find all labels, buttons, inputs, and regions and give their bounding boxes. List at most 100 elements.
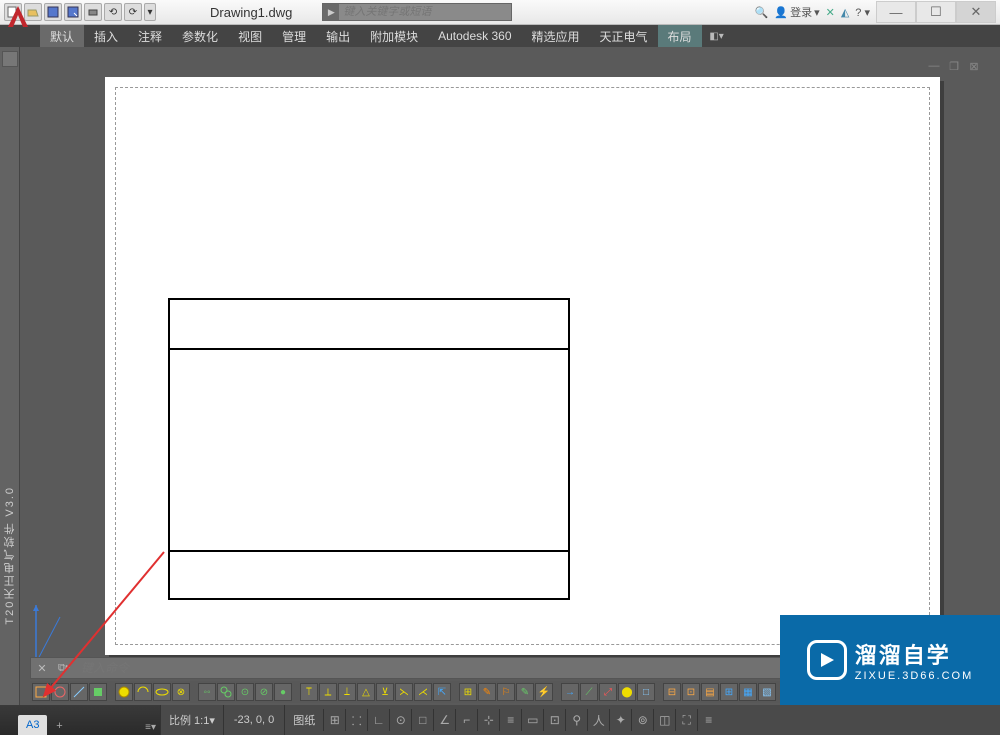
- status-icon-ann[interactable]: ⚲: [565, 709, 587, 731]
- tool-icon-32[interactable]: ⊟: [663, 683, 681, 701]
- status-icon-otrack[interactable]: ∠: [433, 709, 455, 731]
- qat-save-icon[interactable]: [44, 3, 62, 21]
- status-icon-ws[interactable]: ✦: [609, 709, 631, 731]
- status-icon-sc[interactable]: ⊡: [543, 709, 565, 731]
- tool-icon-21[interactable]: ⇱: [433, 683, 451, 701]
- layout-add-icon[interactable]: +: [51, 717, 67, 735]
- maximize-button[interactable]: ☐: [916, 1, 956, 23]
- tool-icon-33[interactable]: ⊡: [682, 683, 700, 701]
- status-icon-lwt[interactable]: ≡: [499, 709, 521, 731]
- paper-mode[interactable]: 图纸: [284, 705, 323, 735]
- status-icon-clean[interactable]: ⛶: [675, 709, 697, 731]
- ribbon-tab-insert[interactable]: 插入: [84, 25, 128, 47]
- tool-icon-34[interactable]: ▤: [701, 683, 719, 701]
- ribbon-tab-layout[interactable]: 布局: [658, 25, 702, 47]
- layout-list-icon[interactable]: ≡▾: [145, 722, 156, 733]
- tool-icon-27[interactable]: →: [561, 683, 579, 701]
- app-logo-icon[interactable]: [0, 0, 36, 34]
- tool-icon-1[interactable]: [32, 683, 50, 701]
- tool-icon-10[interactable]: [217, 683, 235, 701]
- ribbon-tab-output[interactable]: 输出: [316, 25, 360, 47]
- status-icon-menu[interactable]: ≡: [697, 709, 719, 731]
- ribbon-tab-annotate[interactable]: 注释: [128, 25, 172, 47]
- status-icon-ortho[interactable]: ∟: [367, 709, 389, 731]
- status-icon-dyn[interactable]: ⊹: [477, 709, 499, 731]
- status-icon-hw[interactable]: ⊚: [631, 709, 653, 731]
- ribbon-tab-tangent[interactable]: 天正电气: [590, 25, 658, 47]
- qat-print-icon[interactable]: [84, 3, 102, 21]
- tool-icon-8[interactable]: ⊗: [172, 683, 190, 701]
- ribbon-tab-featured[interactable]: 精选应用: [522, 25, 590, 47]
- search-icon[interactable]: 🔍: [755, 6, 769, 19]
- tool-icon-35[interactable]: ⊞: [720, 683, 738, 701]
- tool-icon-13[interactable]: ●: [274, 683, 292, 701]
- tool-icon-2[interactable]: [51, 683, 69, 701]
- status-icon-iso[interactable]: ◫: [653, 709, 675, 731]
- doc-close-icon[interactable]: ⊠: [966, 59, 982, 73]
- exchange-icon[interactable]: ✕: [826, 6, 835, 19]
- status-icon-grid[interactable]: ⊞: [323, 709, 345, 731]
- status-icon-polar[interactable]: ⊙: [389, 709, 411, 731]
- tool-icon-11[interactable]: ⊙: [236, 683, 254, 701]
- doc-minimize-icon[interactable]: ―: [926, 59, 942, 73]
- search-arrow-icon[interactable]: ▶: [323, 4, 339, 20]
- tool-icon-17[interactable]: △: [357, 683, 375, 701]
- status-icon-ducs[interactable]: ⌐: [455, 709, 477, 731]
- status-icon-osnap[interactable]: □: [411, 709, 433, 731]
- drawing-canvas[interactable]: ― ❐ ⊠: [30, 59, 990, 655]
- search-input[interactable]: [339, 4, 511, 20]
- qat-dropdown-icon[interactable]: ▾: [144, 3, 156, 21]
- status-icon-snap[interactable]: ⸬: [345, 709, 367, 731]
- qat-saveas-icon[interactable]: [64, 3, 82, 21]
- tool-icon-7[interactable]: [153, 683, 171, 701]
- tool-icon-23[interactable]: ✎: [478, 683, 496, 701]
- cmd-close-icon[interactable]: ✕: [33, 659, 51, 677]
- ribbon-tab-parametric[interactable]: 参数化: [172, 25, 228, 47]
- tool-icon-3[interactable]: [70, 683, 88, 701]
- tool-icon-18[interactable]: ⊻: [376, 683, 394, 701]
- qat-undo-icon[interactable]: ⟲: [104, 3, 122, 21]
- help-icon[interactable]: ? ▾: [855, 6, 870, 19]
- qat-redo-icon[interactable]: ⟳: [124, 3, 142, 21]
- ribbon-tab-addons[interactable]: 附加模块: [360, 25, 428, 47]
- ribbon-tab-a360[interactable]: Autodesk 360: [428, 25, 521, 47]
- tool-icon-9[interactable]: ◦◦: [198, 683, 216, 701]
- tool-icon-4[interactable]: [89, 683, 107, 701]
- doc-restore-icon[interactable]: ❐: [946, 59, 962, 73]
- tool-icon-36[interactable]: ▦: [739, 683, 757, 701]
- tool-icon-31[interactable]: □: [637, 683, 655, 701]
- tool-icon-19[interactable]: ⋋: [395, 683, 413, 701]
- layout-tab-a3[interactable]: A3: [18, 715, 47, 735]
- search-box[interactable]: ▶: [322, 3, 512, 21]
- palette-top-icon[interactable]: [2, 51, 18, 67]
- tool-icon-14[interactable]: ⟙: [300, 683, 318, 701]
- tool-icon-24[interactable]: ⚐: [497, 683, 515, 701]
- tool-icon-6[interactable]: [134, 683, 152, 701]
- tool-icon-26[interactable]: ⚡: [535, 683, 553, 701]
- watermark-title: 溜溜自学: [855, 638, 973, 670]
- ribbon-tab-default[interactable]: 默认: [40, 25, 84, 47]
- tool-icon-15[interactable]: ⟂: [319, 683, 337, 701]
- tool-icon-20[interactable]: ⋌: [414, 683, 432, 701]
- tool-icon-25[interactable]: ✎: [516, 683, 534, 701]
- cmd-prompt-icon[interactable]: ⧉▸: [55, 659, 73, 677]
- tool-icon-28[interactable]: ⟋: [580, 683, 598, 701]
- tool-icon-29[interactable]: ⤢: [599, 683, 617, 701]
- ribbon-tab-view[interactable]: 视图: [228, 25, 272, 47]
- tool-icon-30[interactable]: ⬤: [618, 683, 636, 701]
- tool-icon-37[interactable]: ▧: [758, 683, 776, 701]
- close-button[interactable]: ✕: [956, 1, 996, 23]
- scale-control[interactable]: 比例 1:1 ▾: [160, 705, 223, 735]
- status-icon-tpy[interactable]: ▭: [521, 709, 543, 731]
- tool-icon-12[interactable]: ⊘: [255, 683, 273, 701]
- status-icon-as[interactable]: 人: [587, 709, 609, 731]
- ribbon-tab-manage[interactable]: 管理: [272, 25, 316, 47]
- tool-icon-5[interactable]: [115, 683, 133, 701]
- login-button[interactable]: 👤 登录 ▾: [774, 4, 819, 20]
- autodesk-icon[interactable]: ◭: [841, 6, 849, 19]
- tool-icon-16[interactable]: ⟘: [338, 683, 356, 701]
- ribbon-panel-dropdown-icon[interactable]: ◧▾: [702, 25, 732, 47]
- left-tool-palette[interactable]: T20天正电气软件 V3.0: [0, 47, 20, 705]
- minimize-button[interactable]: ―: [876, 1, 916, 23]
- tool-icon-22[interactable]: ⊞: [459, 683, 477, 701]
